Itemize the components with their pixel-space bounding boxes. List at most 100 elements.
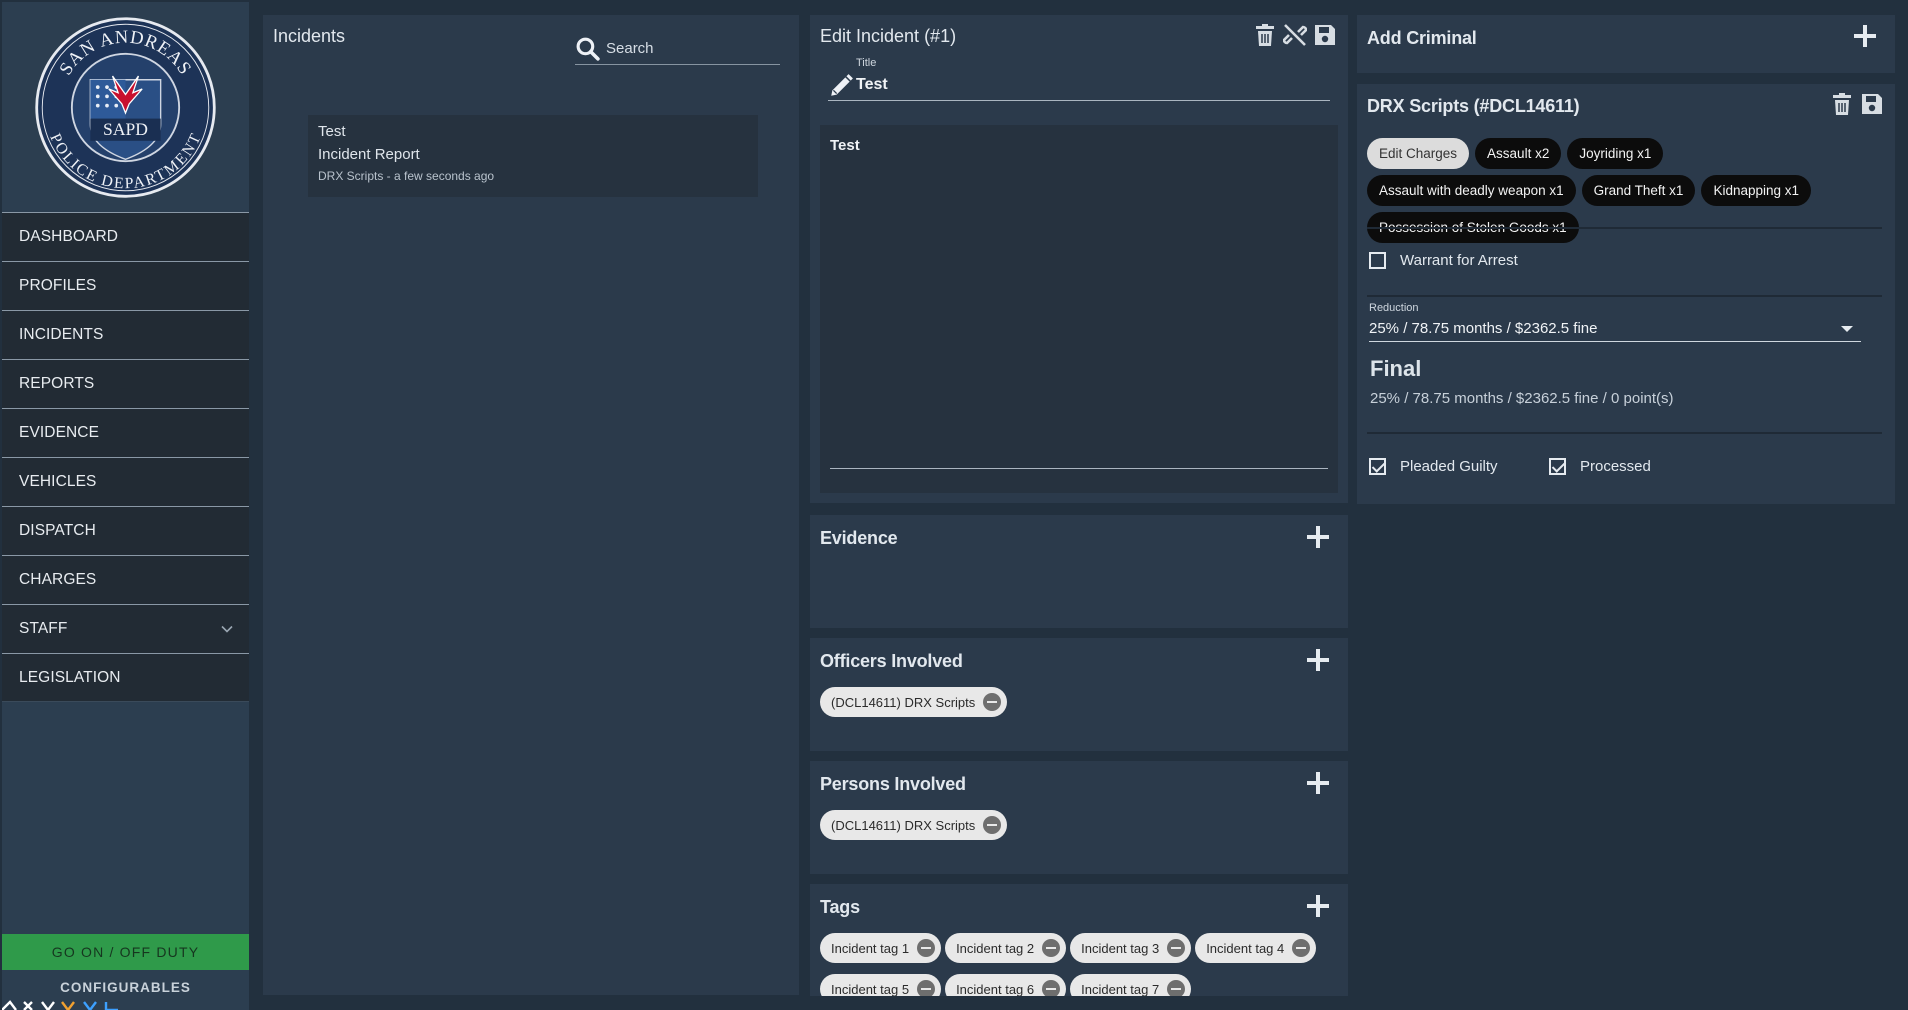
pencil-icon — [831, 74, 853, 96]
chip-label: Incident tag 3 — [1081, 940, 1160, 956]
remove-circle-icon[interactable] — [983, 816, 1002, 834]
warrant-checkbox[interactable] — [1369, 252, 1386, 269]
sidebar-item-label: CHARGES — [19, 571, 97, 588]
chip-label: Incident tag 7 — [1081, 981, 1160, 997]
save-icon — [1862, 94, 1882, 114]
edit-charges-button[interactable]: Edit Charges — [1367, 138, 1470, 169]
save-criminal-button[interactable] — [1860, 92, 1884, 116]
trash-icon — [1833, 93, 1851, 115]
editor-underline — [830, 468, 1328, 469]
processed-row[interactable]: Processed — [1549, 458, 1651, 475]
criminal-name: DRX Scripts (#DCL14611) — [1367, 96, 1580, 116]
remove-circle-icon[interactable] — [1167, 980, 1186, 996]
final-sentence-value: 25% / 78.75 months / $2362.5 fine / 0 po… — [1370, 390, 1674, 407]
search-input[interactable] — [606, 40, 776, 57]
charge-pill: Assault x2 — [1475, 138, 1562, 169]
trash-icon — [1256, 24, 1274, 46]
remove-circle-icon[interactable] — [1042, 980, 1061, 996]
reduction-select[interactable]: Reduction 25% / 78.75 months / $2362.5 f… — [1369, 302, 1861, 342]
remove-circle-icon[interactable] — [917, 939, 936, 957]
pleaded-guilty-row[interactable]: Pleaded Guilty — [1369, 458, 1498, 475]
incident-item-type: Incident Report — [318, 146, 420, 163]
add-criminal-panel: Add Criminal — [1357, 15, 1895, 73]
sidebar-item-vehicles[interactable]: VEHICLES — [2, 457, 249, 506]
remove-circle-icon[interactable] — [1292, 939, 1311, 957]
add-officer-button[interactable] — [1306, 648, 1330, 672]
section-divider — [1367, 295, 1882, 297]
incident-list-item[interactable]: Test Incident Report DRX Scripts - a few… — [308, 115, 758, 197]
sidebar-item-reports[interactable]: REPORTS — [2, 359, 249, 408]
pleaded-guilty-checkbox[interactable] — [1369, 458, 1386, 475]
sidebar-item-staff[interactable]: STAFF — [2, 604, 249, 653]
final-heading: Final — [1370, 356, 1422, 381]
sidebar-item-legislation[interactable]: LEGISLATION — [2, 653, 249, 702]
sidebar-item-label: REPORTS — [19, 375, 95, 392]
panel-title: Incidents — [273, 26, 346, 46]
panel-title: Edit Incident (#1) — [820, 26, 957, 46]
dropdown-arrow-icon — [1841, 326, 1853, 332]
incident-description-text: Test — [830, 137, 860, 154]
chip-label: Incident tag 2 — [956, 940, 1035, 956]
remove-circle-icon[interactable] — [983, 693, 1002, 711]
panel-title: Persons Involved — [820, 774, 966, 794]
sidebar-item-profiles[interactable]: PROFILES — [2, 261, 249, 310]
remove-circle-icon[interactable] — [917, 980, 936, 996]
persons-involved-panel: Persons Involved (DCL14611) DRX Scripts — [810, 761, 1348, 874]
tags-panel: Tags Incident tag 1 Incident tag 2 Incid… — [810, 884, 1348, 996]
sidebar: SAN ANDREAS POLICE DEPARTMENT SAPD DASHB… — [2, 2, 249, 1010]
configurables-label[interactable]: CONFIGURABLES — [2, 980, 249, 995]
search-field[interactable] — [575, 33, 780, 65]
section-divider — [1367, 432, 1882, 434]
duty-toggle-button[interactable]: GO ON / OFF DUTY — [2, 934, 249, 970]
charge-pill: Grand Theft x1 — [1581, 175, 1696, 206]
reduction-value: 25% / 78.75 months / $2362.5 fine — [1369, 320, 1598, 337]
officers-involved-panel: Officers Involved (DCL14611) DRX Scripts — [810, 638, 1348, 751]
evidence-panel: Evidence — [810, 515, 1348, 628]
sidebar-item-label: STAFF — [19, 620, 68, 637]
chip-label: Incident tag 6 — [956, 981, 1035, 997]
title-caption: Title — [856, 57, 877, 69]
warrant-label: Warrant for Arrest — [1400, 252, 1518, 269]
tag-chip: Incident tag 1 — [820, 933, 942, 963]
logo-center-text: SAPD — [103, 119, 148, 139]
add-person-button[interactable] — [1306, 771, 1330, 795]
sidebar-item-dispatch[interactable]: DISPATCH — [2, 506, 249, 555]
delete-criminal-button[interactable] — [1830, 92, 1854, 116]
chip-label: Incident tag 5 — [831, 981, 910, 997]
panel-title: Tags — [820, 897, 860, 917]
search-icon — [576, 37, 600, 61]
add-criminal-button[interactable] — [1853, 24, 1877, 48]
save-incident-button[interactable] — [1313, 23, 1337, 47]
processed-checkbox[interactable] — [1549, 458, 1566, 475]
warrant-checkbox-row[interactable]: Warrant for Arrest — [1369, 252, 1518, 269]
remove-circle-icon[interactable] — [1167, 939, 1186, 957]
incidents-panel: Incidents Test Incident Report DRX Scrip… — [263, 15, 799, 995]
sidebar-item-dashboard[interactable]: DASHBOARD — [2, 212, 249, 261]
sidebar-item-label: VEHICLES — [19, 473, 97, 490]
incident-description-editor[interactable]: Test — [820, 125, 1338, 493]
add-tag-button[interactable] — [1306, 894, 1330, 918]
tag-chip: Incident tag 2 — [945, 933, 1067, 963]
incident-title-input[interactable] — [856, 73, 1316, 97]
tag-chip: Incident tag 7 — [1070, 974, 1192, 997]
police-badge-icon: SAN ANDREAS POLICE DEPARTMENT SAPD — [35, 16, 216, 198]
charge-pill: Joyriding x1 — [1567, 138, 1664, 169]
sidebar-item-label: PROFILES — [19, 277, 97, 294]
incident-item-title: Test — [318, 123, 346, 140]
panel-title: Evidence — [820, 528, 898, 548]
sidebar-item-evidence[interactable]: EVIDENCE — [2, 408, 249, 457]
sidebar-item-incidents[interactable]: INCIDENTS — [2, 310, 249, 359]
sidebar-item-label: DASHBOARD — [19, 228, 119, 245]
save-icon — [1315, 25, 1335, 45]
panel-title: Add Criminal — [1367, 28, 1477, 48]
tag-chip: Incident tag 3 — [1070, 933, 1192, 963]
reduction-caption: Reduction — [1369, 302, 1419, 314]
delete-incident-button[interactable] — [1253, 23, 1277, 47]
remove-circle-icon[interactable] — [1042, 939, 1061, 957]
section-divider — [1367, 227, 1882, 229]
add-evidence-button[interactable] — [1306, 525, 1330, 549]
sidebar-item-charges[interactable]: CHARGES — [2, 555, 249, 604]
unlink-button[interactable] — [1282, 23, 1308, 47]
processed-label: Processed — [1580, 458, 1651, 475]
charge-pill: Assault with deadly weapon x1 — [1367, 175, 1576, 206]
